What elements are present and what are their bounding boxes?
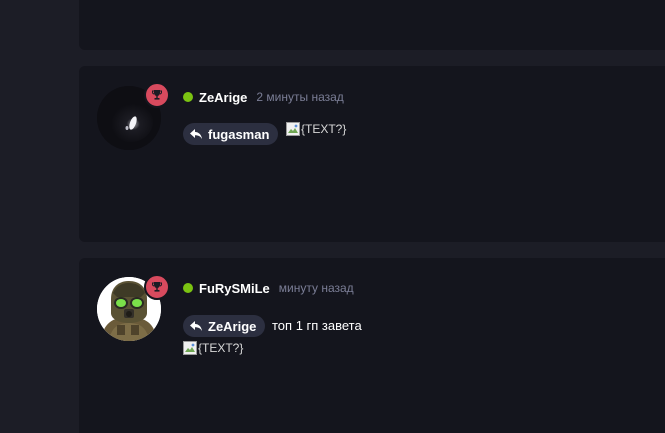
reply-to-button[interactable]: fugasman (183, 123, 279, 145)
comment-card: FuRySMiLe минуту назад ZeArige топ 1 гп … (79, 258, 665, 433)
reply-to-username: ZeArige (208, 318, 257, 334)
comment-meta: FuRySMiLe минуту назад (183, 279, 354, 297)
comments-page: ZeArige 2 минуты назад fugasman {TEXT?} (0, 0, 665, 433)
timestamp: минуту назад (278, 281, 354, 295)
image-alt-text: {TEXT?} (301, 122, 347, 136)
reply-to-username: fugasman (208, 126, 270, 142)
trophy-icon (144, 274, 170, 300)
broken-image-icon (183, 341, 197, 355)
reply-arrow-icon (190, 321, 202, 331)
image-alt-text: {TEXT?} (198, 341, 244, 355)
reply-to-button[interactable]: ZeArige (183, 315, 266, 337)
broken-image: {TEXT?} (286, 122, 346, 136)
username-link[interactable]: ZeArige (199, 90, 247, 105)
broken-image-icon (286, 122, 300, 136)
reply-arrow-icon (190, 129, 202, 139)
online-status-dot (183, 283, 193, 293)
online-status-dot (183, 92, 193, 102)
username-link[interactable]: FuRySMiLe (199, 281, 270, 296)
comment-card-previous (79, 0, 665, 50)
comment-text: топ 1 гп завета (272, 318, 362, 333)
comment-meta: ZeArige 2 минуты назад (183, 88, 344, 106)
timestamp: 2 минуты назад (256, 90, 344, 104)
broken-image: {TEXT?} (183, 341, 243, 355)
trophy-icon (144, 82, 170, 108)
comment-card: ZeArige 2 минуты назад fugasman {TEXT?} (79, 66, 665, 242)
